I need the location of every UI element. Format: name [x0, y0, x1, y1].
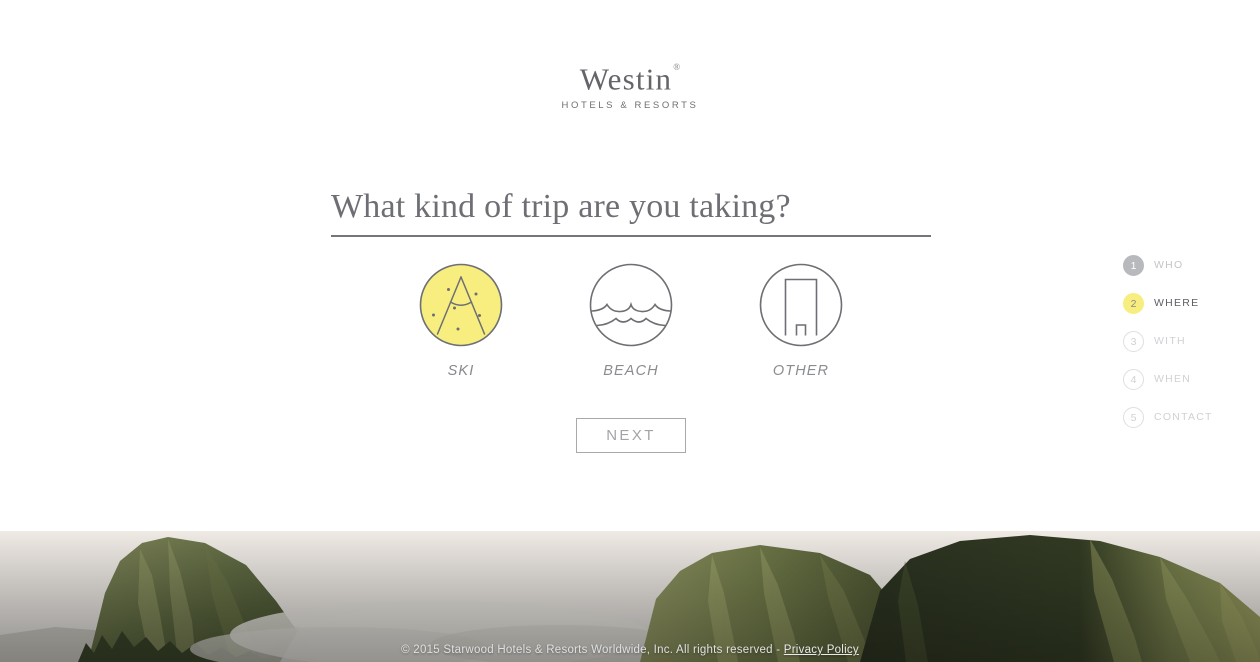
step-item-contact[interactable]: 5 CONTACT — [1123, 398, 1253, 436]
option-label-ski: SKI — [447, 363, 475, 379]
westin-trip-planner-page: Westin® HOTELS & RESORTS What kind of tr… — [0, 0, 1260, 662]
step-label-with: WITH — [1154, 335, 1186, 347]
next-button[interactable]: NEXT — [576, 418, 686, 453]
other-building-icon — [759, 263, 843, 347]
step-label-where: WHERE — [1154, 297, 1200, 309]
step-label-who: WHO — [1154, 259, 1184, 271]
trip-type-form: What kind of trip are you taking? SKI BE… — [331, 185, 931, 453]
step-number-5: 5 — [1123, 406, 1144, 428]
option-ski[interactable]: SKI — [419, 263, 503, 380]
registered-trademark-icon: ® — [673, 62, 682, 72]
ski-mountain-icon — [419, 263, 503, 347]
step-label-contact: CONTACT — [1154, 411, 1213, 423]
step-item-when[interactable]: 4 WHEN — [1123, 360, 1253, 398]
brand-logo[interactable]: Westin® HOTELS & RESORTS — [0, 58, 1260, 112]
step-item-with[interactable]: 3 WITH — [1123, 322, 1253, 360]
page-title: What kind of trip are you taking? — [331, 188, 791, 225]
option-label-other: OTHER — [772, 363, 830, 379]
step-label-when: WHEN — [1154, 373, 1192, 385]
beach-waves-icon — [589, 263, 673, 347]
step-number-4: 4 — [1123, 368, 1144, 390]
brand-tagline: HOTELS & RESORTS — [561, 100, 699, 112]
privacy-policy-link[interactable]: Privacy Policy — [784, 644, 859, 656]
footer-copyright: © 2015 Starwood Hotels & Resorts Worldwi… — [0, 643, 1260, 657]
option-beach[interactable]: BEACH — [589, 263, 673, 380]
brand-wordmark: Westin® — [580, 58, 681, 96]
step-number-1: 1 — [1123, 254, 1144, 276]
step-progress-nav: 1 WHO 2 WHERE 3 WITH 4 WHEN 5 CONTACT — [1123, 246, 1253, 436]
next-button-row: NEXT — [331, 418, 931, 453]
option-label-beach: BEACH — [603, 363, 659, 379]
step-number-3: 3 — [1123, 330, 1144, 352]
copyright-text: © 2015 Starwood Hotels & Resorts Worldwi… — [401, 644, 784, 656]
option-other[interactable]: OTHER — [759, 263, 843, 380]
title-divider — [331, 235, 931, 237]
brand-name: Westin — [579, 61, 673, 97]
trip-type-options: SKI BEACH OTHER — [331, 263, 931, 380]
step-item-where[interactable]: 2 WHERE — [1123, 284, 1253, 322]
step-number-2: 2 — [1123, 292, 1144, 314]
step-item-who[interactable]: 1 WHO — [1123, 246, 1253, 284]
